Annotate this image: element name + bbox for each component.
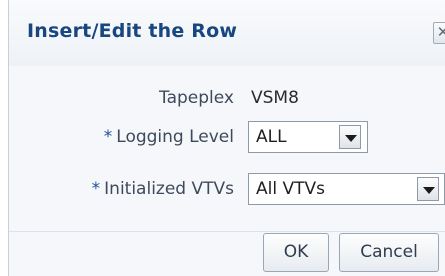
logging-level-select[interactable]: ALL: [248, 121, 368, 153]
logging-level-selected: ALL: [256, 127, 287, 147]
cancel-button[interactable]: Cancel: [339, 233, 439, 272]
footer-divider: [9, 231, 445, 232]
dialog-title: Insert/Edit the Row: [27, 20, 238, 42]
insert-edit-row-dialog: Insert/Edit the Row ✕ Tapeplex VSM8 * Log…: [8, 0, 445, 276]
required-marker: *: [103, 127, 113, 147]
ok-button[interactable]: OK: [263, 233, 329, 272]
dialog-header: Insert/Edit the Row ✕: [9, 0, 445, 66]
tapeplex-value: VSM8: [251, 88, 299, 108]
logging-level-label: * Logging Level: [104, 127, 234, 147]
chevron-down-icon[interactable]: [339, 125, 361, 149]
logging-level-label-text: Logging Level: [116, 127, 234, 147]
close-icon[interactable]: ✕: [433, 22, 445, 44]
required-marker: *: [91, 179, 101, 199]
initialized-vtvs-label-text: Initialized VTVs: [104, 179, 234, 199]
initialized-vtvs-select[interactable]: All VTVs: [248, 173, 445, 205]
chevron-down-icon[interactable]: [417, 177, 439, 201]
initialized-vtvs-label: * Initialized VTVs: [92, 179, 234, 199]
tapeplex-label: Tapeplex: [159, 88, 234, 108]
initialized-vtvs-selected: All VTVs: [256, 179, 325, 199]
